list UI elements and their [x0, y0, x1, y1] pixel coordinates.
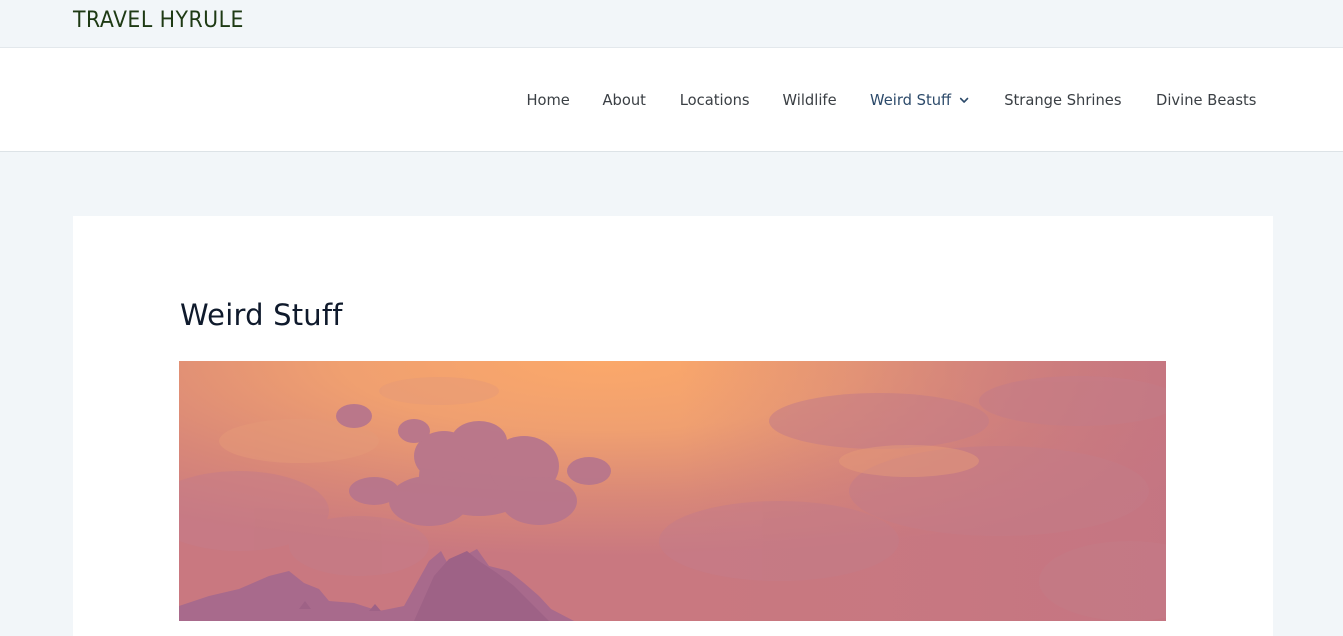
nav-item-label: About: [602, 90, 647, 109]
nav-item-label: Locations: [679, 90, 750, 109]
nav-item-wildlife[interactable]: Wildlife: [782, 91, 836, 109]
nav-item-strange-shrines[interactable]: Strange Shrines: [1004, 91, 1121, 109]
nav-item-weird-stuff[interactable]: Weird Stuff: [870, 91, 970, 109]
nav-item-label: Home: [526, 90, 570, 109]
hero-image: [179, 361, 1166, 621]
nav-item-label: Strange Shrines: [1003, 90, 1122, 109]
nav-item-label: Weird Stuff: [870, 90, 952, 109]
nav-item-home[interactable]: Home: [526, 91, 569, 109]
main-header: Home About Locations Wildlife Weird Stuf…: [0, 48, 1343, 152]
nav-item-label: Divine Beasts: [1155, 90, 1256, 109]
top-bar: TRAVEL HYRULE: [0, 0, 1343, 48]
primary-nav: Home About Locations Wildlife Weird Stuf…: [494, 48, 1257, 151]
sunset-sky-mountain-image: [179, 361, 1166, 621]
chevron-down-icon[interactable]: [958, 94, 970, 106]
nav-item-label: Wildlife: [782, 90, 837, 109]
page-title: Weird Stuff: [180, 298, 343, 332]
nav-item-locations[interactable]: Locations: [679, 91, 749, 109]
site-title-link[interactable]: TRAVEL HYRULE: [73, 8, 244, 33]
nav-item-about[interactable]: About: [603, 91, 646, 109]
nav-item-divine-beasts[interactable]: Divine Beasts: [1156, 91, 1256, 109]
